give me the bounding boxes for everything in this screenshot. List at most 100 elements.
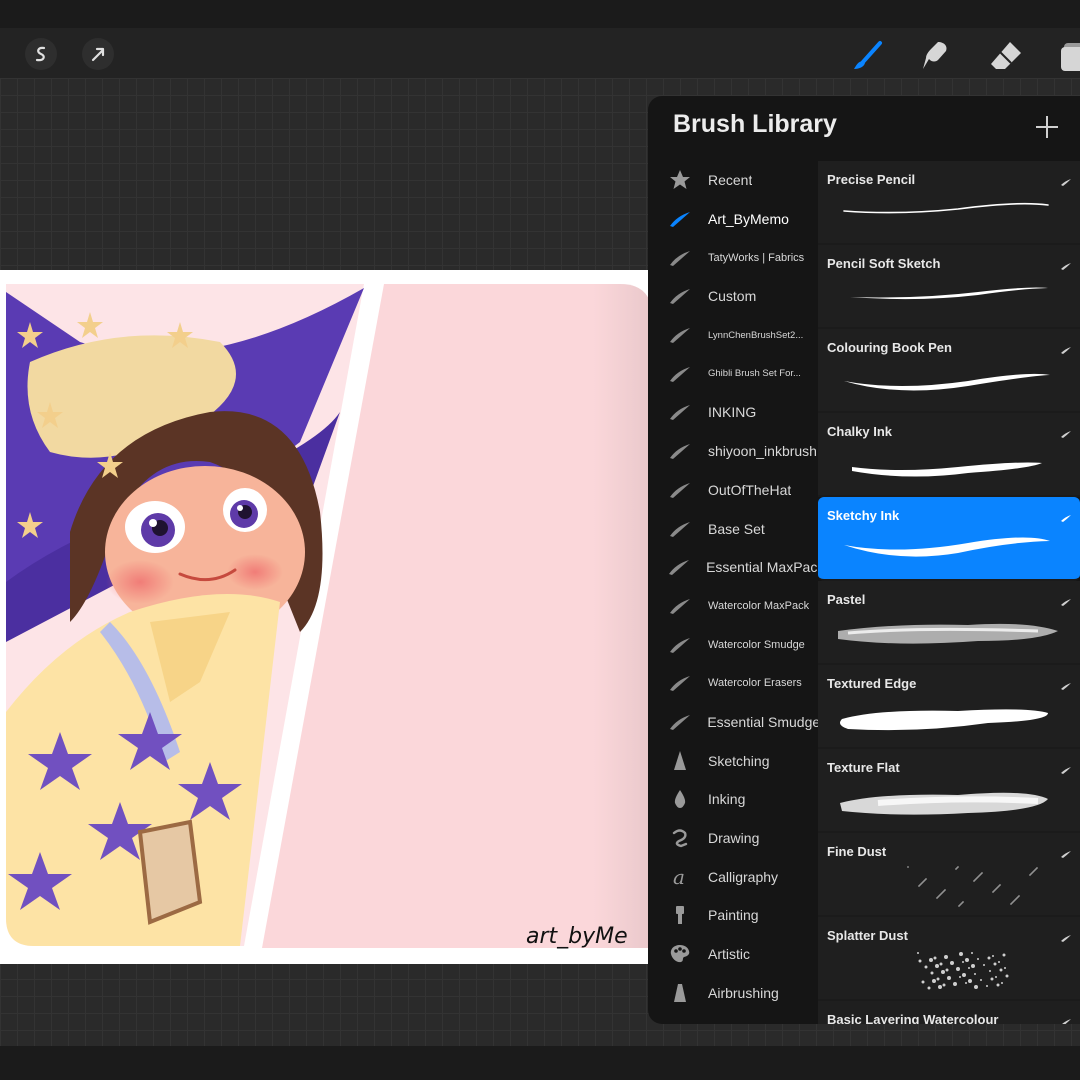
brush-icon [854,41,882,69]
brush-set-item[interactable]: OutOfTheHat [648,471,818,510]
brush-set-label: Essential MaxPack [706,559,818,576]
smudge-tool[interactable] [918,38,954,74]
stroke-icon [662,323,698,347]
stroke-icon [662,633,698,657]
transform-button[interactable] [82,38,114,70]
brush-set-label: LynnChenBrushSet2... [708,329,804,341]
brush-set-item[interactable]: Artistic [648,935,818,974]
airbrush-icon [662,981,698,1005]
arrow-cursor-icon [91,47,105,62]
stroke-icon [662,671,698,695]
pencil-tip-icon [662,749,698,773]
brush-set-item[interactable]: Drawing [648,819,818,858]
brush-set-label: Sketching [708,752,770,769]
brush-set-item[interactable]: a Calligraphy [648,857,818,896]
star-icon [662,168,698,192]
brush-item[interactable]: Basic Layering Watercolour [818,1001,1080,1024]
brush-item[interactable]: Splatter Dust [818,917,1080,1001]
svg-text:a: a [673,866,685,888]
brush-set-item[interactable]: LynnChenBrushSet2... [648,316,818,355]
brush-set-item[interactable]: Ghibli Brush Set For... [648,354,818,393]
stroke-icon [662,478,698,502]
brush-stroke-preview [838,191,1058,237]
brush-source-icon [1060,929,1072,942]
brush-name: Fine Dust [827,844,887,859]
eraser-tool[interactable] [988,38,1024,74]
panel-title: Brush Library [673,110,837,138]
brush-stroke-preview [838,611,1058,657]
brush-item[interactable]: Colouring Book Pen [818,329,1080,413]
brush-stroke-preview [838,695,1058,741]
selection-button[interactable] [25,38,57,70]
brush-stroke-preview [838,275,1058,321]
brush-source-icon [1060,761,1072,774]
brush-stroke-preview [838,863,1058,909]
brushes-list: Precise Pencil Pencil Soft Sketch Colourin… [818,161,1080,1024]
add-brush-set-button[interactable] [1034,114,1060,140]
brush-source-icon [1060,173,1072,186]
brush-stroke-preview [838,359,1058,405]
brush-item[interactable]: Pencil Soft Sketch [818,245,1080,329]
stroke-icon [662,710,697,734]
brush-set-item[interactable]: Sketching [648,741,818,780]
layers-tool[interactable] [1058,38,1080,74]
brush-name: Basic Layering Watercolour [827,1012,999,1024]
brush-stroke-preview [838,947,1058,993]
brush-stroke-preview [838,779,1058,825]
brush-set-label: Artistic [708,946,750,963]
brush-item[interactable]: Texture Flat [818,749,1080,833]
brush-set-label: Watercolor Erasers [708,677,802,690]
brush-set-item[interactable]: Watercolor MaxPack [648,587,818,626]
stroke-icon [662,439,698,463]
brush-stroke-preview [838,443,1058,489]
brush-set-item[interactable]: Recent [648,161,818,200]
brush-source-icon [1060,593,1072,606]
brush-set-item[interactable]: Airbrushing [648,973,818,1012]
brush-set-label: shiyoon_inkbrush [708,443,817,460]
brush-set-label: Watercolor MaxPack [708,599,810,612]
calligraphy-a-icon: a [662,865,698,889]
smudge-icon [923,42,947,69]
brush-item[interactable]: Fine Dust [818,833,1080,917]
brush-set-item[interactable]: Watercolor Smudge [648,625,818,664]
brush-set-item[interactable]: shiyoon_inkbrush [648,432,818,471]
brush-set-item[interactable]: Watercolor Erasers [648,664,818,703]
brush-item[interactable]: Precise Pencil [818,161,1080,245]
brush-item[interactable]: Sketchy Ink [818,497,1080,581]
brush-stroke-preview [838,527,1058,573]
brush-set-label: Base Set [708,520,765,537]
brush-name: Pastel [827,592,866,607]
top-toolbar [0,0,1080,78]
brush-source-icon [1060,509,1072,522]
brush-name: Pencil Soft Sketch [827,256,941,271]
brush-set-item[interactable]: Painting [648,896,818,935]
brush-set-label: Essential Smudge [707,713,818,730]
brush-set-item[interactable]: Essential Smudge [648,703,818,742]
stroke-icon [662,246,698,270]
brush-set-label: TatyWorks | Fabrics [708,251,805,264]
paint-brush-icon [662,903,698,927]
brush-name: Colouring Book Pen [827,340,952,355]
brush-set-label: Art_ByMemo [708,211,789,228]
brush-set-label: Airbrushing [708,984,779,1001]
brush-set-label: Watercolor Smudge [708,638,805,651]
brush-item[interactable]: Chalky Ink [818,413,1080,497]
brush-item[interactable]: Textured Edge [818,665,1080,749]
brush-set-item[interactable]: Art_ByMemo [648,200,818,239]
brush-set-item[interactable]: TatyWorks | Fabrics [648,238,818,277]
brush-name: Chalky Ink [827,424,893,439]
brush-sets-list: Recent Art_ByMemo TatyWorks | Fabrics Custo… [648,161,818,1012]
brush-set-label: Custom [708,288,757,305]
stroke-icon [662,362,698,386]
layers-icon [1061,43,1080,71]
brush-set-item[interactable]: Essential MaxPack [648,548,818,587]
brush-set-item[interactable]: Custom [648,277,818,316]
brush-set-item[interactable]: Inking [648,780,818,819]
brush-set-item[interactable]: INKING [648,393,818,432]
brush-set-item[interactable]: Base Set [648,509,818,548]
eraser-icon [991,42,1021,69]
brush-name: Precise Pencil [827,172,916,187]
brush-tool[interactable] [850,38,886,74]
brush-item[interactable]: Pastel [818,581,1080,665]
brush-name: Splatter Dust [827,928,908,943]
